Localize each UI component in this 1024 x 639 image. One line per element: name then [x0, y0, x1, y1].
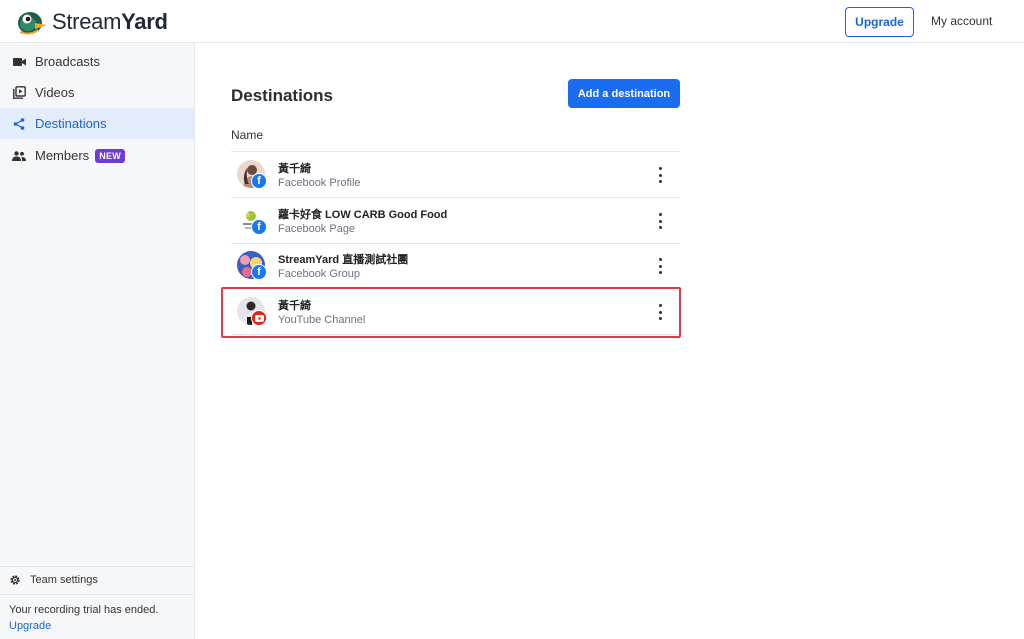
duck-logo-icon: [16, 8, 48, 36]
destination-row[interactable]: f 蘿卡好食 LOW CARB Good Food Facebook Page: [231, 198, 680, 244]
brand-name-light: Stream: [52, 9, 122, 34]
destination-row[interactable]: f StreamYard 直播測試社團 Facebook Group: [231, 243, 680, 289]
sidebar-item-destinations[interactable]: Destinations: [0, 108, 194, 139]
team-settings-link[interactable]: Team settings: [9, 574, 98, 586]
facebook-icon: f: [251, 173, 267, 189]
share-icon: [12, 117, 26, 131]
destination-type: Facebook Profile: [278, 177, 361, 189]
facebook-icon: f: [251, 264, 267, 280]
more-options-icon[interactable]: [656, 258, 664, 274]
sidebar-item-label: Videos: [35, 85, 75, 100]
sidebar-item-label: Destinations: [35, 116, 107, 131]
highlight-box: [221, 287, 681, 338]
sidebar: Broadcasts Videos Destinations Members N…: [0, 43, 195, 639]
brand-name: StreamYard: [52, 9, 168, 35]
gear-icon: [9, 574, 21, 586]
video-library-icon: [12, 86, 26, 100]
destination-name: 蘿卡好食 LOW CARB Good Food: [278, 209, 448, 221]
facebook-icon: f: [251, 219, 267, 235]
more-options-icon[interactable]: [656, 167, 664, 183]
column-header-name: Name: [231, 128, 264, 142]
more-options-icon[interactable]: [656, 213, 664, 229]
destination-type: Facebook Group: [278, 268, 360, 280]
sidebar-item-videos[interactable]: Videos: [0, 77, 194, 108]
upgrade-button[interactable]: Upgrade: [845, 7, 914, 37]
sidebar-item-label: Broadcasts: [35, 54, 101, 69]
sidebar-divider: [0, 566, 194, 567]
sidebar-item-broadcasts[interactable]: Broadcasts: [0, 46, 194, 77]
sidebar-divider: [0, 594, 194, 595]
sidebar-item-label: Members: [35, 148, 90, 163]
streamyard-logo[interactable]: StreamYard: [16, 8, 168, 36]
people-icon: [12, 149, 26, 163]
sidebar-item-members[interactable]: Members NEW: [0, 140, 194, 171]
trial-upgrade-link[interactable]: Upgrade: [9, 620, 51, 632]
top-bar: StreamYard Upgrade My account: [0, 0, 1024, 43]
destination-name: StreamYard 直播測試社團: [278, 254, 409, 266]
trial-ended-message: Your recording trial has ended.: [9, 604, 159, 616]
destination-type: Facebook Page: [278, 223, 356, 235]
new-badge: NEW: [95, 148, 126, 163]
team-settings-label: Team settings: [30, 574, 98, 586]
my-account-link[interactable]: My account: [931, 14, 992, 28]
destination-name: 黃千綺: [278, 163, 311, 175]
page-title: Destinations: [231, 86, 334, 105]
destination-row[interactable]: f 黃千綺 Facebook Profile: [231, 152, 680, 198]
add-destination-button[interactable]: Add a destination: [568, 79, 680, 108]
brand-name-bold: Yard: [121, 9, 168, 34]
video-camera-icon: [12, 55, 26, 69]
